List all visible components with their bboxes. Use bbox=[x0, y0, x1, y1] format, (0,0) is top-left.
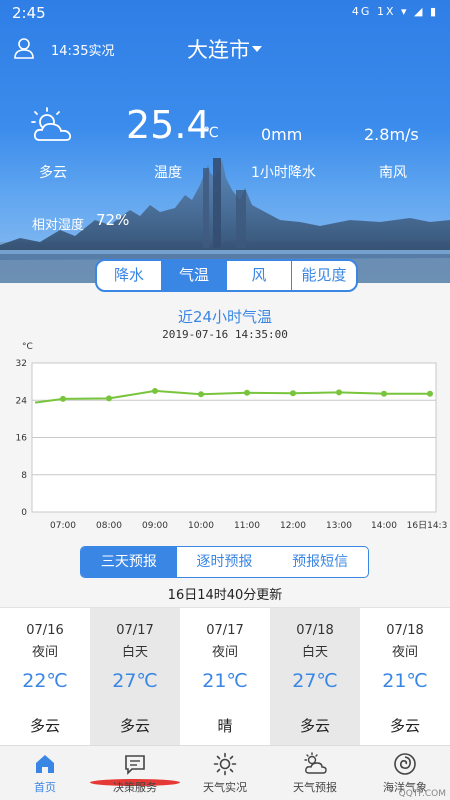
x-tick-label: 14:00 bbox=[371, 521, 397, 531]
sun-icon bbox=[213, 752, 237, 776]
spiral-icon bbox=[394, 753, 416, 775]
x-tick-label: 08:00 bbox=[96, 521, 122, 531]
nav-label: 天气预报 bbox=[293, 781, 337, 794]
forecast-temp: 22℃ bbox=[22, 670, 68, 692]
humidity-label: 相对湿度 bbox=[32, 218, 85, 233]
rain-label: 1小时降水 bbox=[251, 165, 316, 181]
y-tick-label: 32 bbox=[16, 359, 27, 369]
status-bar: 2:45 4G 1X ▾ ◢ ▮ bbox=[0, 0, 450, 26]
x-tick-label: 16日14:3 bbox=[407, 520, 448, 531]
wind-label: 南风 bbox=[379, 165, 407, 181]
forecast-condition: 多云 bbox=[389, 717, 420, 735]
rain-value: 0mm bbox=[261, 125, 303, 144]
x-tick-label: 12:00 bbox=[280, 521, 306, 531]
status-icons: 4G 1X ▾ ◢ ▮ bbox=[351, 5, 438, 18]
x-tick-label: 11:00 bbox=[234, 521, 260, 531]
x-tick-label: 13:00 bbox=[326, 521, 352, 531]
home-icon bbox=[36, 755, 54, 773]
forecast-date: 07/16 bbox=[26, 623, 64, 638]
nav-decision-service[interactable]: 决策服务 bbox=[90, 746, 180, 800]
nav-weather-observation[interactable]: 天气实况 bbox=[180, 746, 270, 800]
x-tick-label: 09:00 bbox=[142, 521, 168, 531]
nav-home[interactable]: 首页 bbox=[0, 746, 90, 800]
forecast-card[interactable]: 07/18 白天 27℃ 多云 bbox=[270, 608, 360, 746]
city-selector[interactable]: 大连市 bbox=[187, 34, 250, 64]
data-point bbox=[381, 390, 387, 397]
data-point bbox=[152, 387, 158, 394]
forecast-condition: 晴 bbox=[217, 717, 233, 735]
forecast-temp: 21℃ bbox=[382, 670, 428, 692]
y-tick-label: 16 bbox=[16, 434, 28, 444]
data-point bbox=[336, 389, 342, 396]
forecast-period: 夜间 bbox=[211, 645, 238, 660]
app-header: 14:35实况 大连市 bbox=[0, 30, 450, 70]
nav-weather-forecast[interactable]: 天气预报 bbox=[270, 746, 360, 800]
y-tick-label: 0 bbox=[21, 508, 27, 518]
watermark: QQTF.COM bbox=[398, 789, 446, 799]
temperature-line-chart: 32 24 16 8 0 °C 07:00 08:00 09:00 10:00 11:00 12:00… bbox=[16, 342, 448, 531]
tab-temperature[interactable]: 气温 bbox=[162, 261, 227, 290]
y-tick-label: 8 bbox=[21, 471, 27, 481]
temperature-value: 25.4 bbox=[126, 103, 211, 147]
forecast-card[interactable]: 07/18 夜间 21℃ 多云 bbox=[360, 608, 450, 746]
forecast-tabs: 三天预报 逐时预报 预报短信 bbox=[80, 546, 369, 578]
update-time: 16日14时40分更新 bbox=[167, 588, 283, 603]
tab-forecast-sms[interactable]: 预报短信 bbox=[272, 547, 368, 577]
tab-three-day-forecast[interactable]: 三天预报 bbox=[81, 547, 177, 577]
tab-hourly-forecast[interactable]: 逐时预报 bbox=[177, 547, 273, 577]
forecast-date: 07/18 bbox=[296, 623, 334, 638]
cloud-sun-icon bbox=[304, 752, 327, 774]
weather-condition: 多云 bbox=[39, 165, 67, 181]
forecast-period: 夜间 bbox=[391, 645, 418, 660]
forecast-date: 07/17 bbox=[116, 623, 154, 638]
nav-label: 天气实况 bbox=[203, 781, 247, 794]
temperature-label: 温度 bbox=[154, 165, 182, 181]
chart-title: 近24小时气温 bbox=[177, 308, 273, 326]
status-time: 2:45 bbox=[12, 4, 46, 22]
forecast-condition: 多云 bbox=[29, 717, 60, 735]
forecast-date: 07/17 bbox=[206, 623, 244, 638]
forecast-list: 07/16 夜间 22℃ 多云 07/17 白天 27℃ 多云 07/17 夜间… bbox=[0, 607, 450, 746]
forecast-temp: 27℃ bbox=[292, 670, 338, 692]
humidity-value: 72% bbox=[96, 211, 130, 229]
observation-tabs: 降水 气温 风 能见度 bbox=[95, 259, 358, 292]
data-point bbox=[290, 390, 296, 397]
tab-wind[interactable]: 风 bbox=[227, 261, 292, 290]
nav-label: 决策服务 bbox=[113, 781, 157, 794]
forecast-condition: 多云 bbox=[119, 717, 150, 735]
x-tick-label: 10:00 bbox=[188, 521, 214, 531]
weather-hero: 2:45 4G 1X ▾ ◢ ▮ 14:35实况 大连市 多云 25.4 ℃ 温… bbox=[0, 0, 450, 283]
temperature-unit: ℃ bbox=[203, 125, 219, 141]
forecast-condition: 多云 bbox=[299, 717, 330, 735]
cloudy-icon bbox=[31, 107, 72, 141]
forecast-period: 夜间 bbox=[31, 645, 58, 660]
x-tick-label: 07:00 bbox=[50, 521, 76, 531]
observation-time: 14:35实况 bbox=[51, 44, 115, 59]
wind-value: 2.8m/s bbox=[364, 125, 419, 144]
data-point bbox=[244, 389, 250, 396]
forecast-card[interactable]: 07/17 夜间 21℃ 晴 bbox=[180, 608, 270, 746]
forecast-period: 白天 bbox=[301, 645, 328, 660]
user-icon[interactable] bbox=[12, 36, 36, 60]
y-axis-unit: °C bbox=[22, 342, 33, 352]
data-point bbox=[427, 390, 433, 397]
data-point bbox=[106, 395, 112, 402]
nav-label: 首页 bbox=[34, 781, 56, 794]
tab-visibility[interactable]: 能见度 bbox=[292, 261, 356, 290]
forecast-card[interactable]: 07/16 夜间 22℃ 多云 bbox=[0, 608, 90, 746]
forecast-card[interactable]: 07/17 白天 27℃ 多云 bbox=[90, 608, 180, 746]
forecast-temp: 21℃ bbox=[202, 670, 248, 692]
forecast-period: 白天 bbox=[121, 645, 148, 660]
y-tick-label: 24 bbox=[16, 396, 28, 406]
tab-rain[interactable]: 降水 bbox=[97, 261, 162, 290]
forecast-temp: 27℃ bbox=[112, 670, 158, 692]
bottom-navigation: 首页 决策服务 天气实况 天气预报 海洋气象 QQTF.COM bbox=[0, 745, 450, 800]
message-icon bbox=[125, 755, 145, 775]
chevron-down-icon[interactable] bbox=[252, 46, 262, 52]
data-point bbox=[60, 395, 66, 402]
data-point bbox=[198, 391, 204, 398]
forecast-date: 07/18 bbox=[386, 623, 424, 638]
